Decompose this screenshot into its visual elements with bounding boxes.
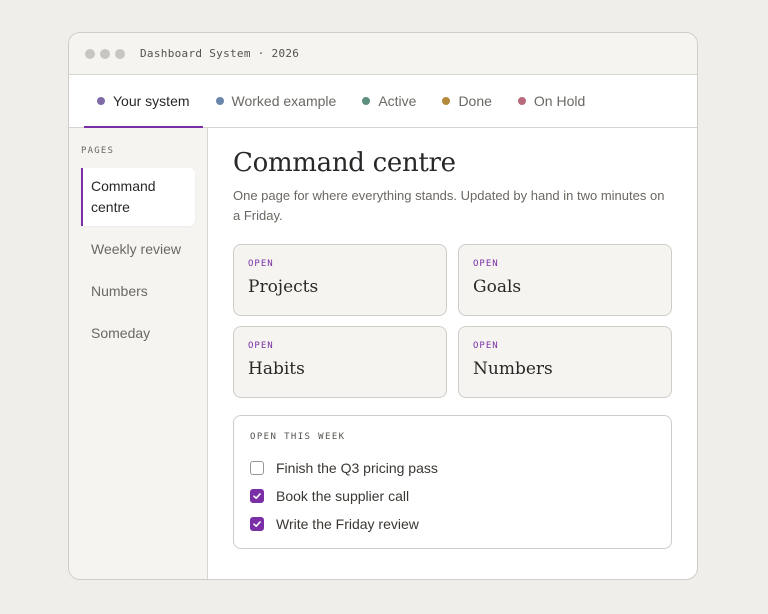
tab-label: Your system (113, 93, 190, 109)
tab-label: On Hold (533, 93, 586, 109)
card-tag: OPEN (473, 259, 499, 269)
tab-status-dot-icon (362, 97, 371, 105)
tab-worked-example[interactable]: Worked example (203, 75, 350, 127)
window-maximize-dot[interactable] (115, 48, 125, 59)
checkmark-icon (253, 521, 261, 527)
card-tag: OPEN (473, 341, 499, 351)
card-title: Projects (248, 277, 319, 297)
window-close-dot[interactable] (85, 48, 95, 59)
tab-status-dot-icon (215, 97, 224, 105)
tab-active[interactable]: Active (349, 75, 429, 127)
card-habits[interactable]: OPEN Habits (233, 326, 447, 398)
card-grid: OPEN Projects OPEN Goals OPEN Habits OPE… (233, 244, 672, 398)
tab-your-system[interactable]: Your system (84, 75, 203, 128)
sidebar-item-numbers[interactable]: Numbers (81, 273, 195, 310)
todo-label: Finish the Q3 pricing pass (276, 460, 438, 476)
window-minimize-dot[interactable] (100, 48, 110, 59)
card-numbers[interactable]: OPEN Numbers (458, 326, 672, 398)
main-panel: Command centre One page for where everyt… (208, 128, 697, 579)
app-window: Dashboard System · 2026 Your system Work… (68, 32, 698, 580)
sidebar-heading: PAGES (81, 146, 115, 156)
todo-label: Book the supplier call (276, 488, 410, 504)
tab-done[interactable]: Done (429, 75, 504, 127)
todo-item[interactable]: Write the Friday review (250, 510, 655, 538)
tab-on-hold[interactable]: On Hold (505, 75, 598, 127)
page-title: Command centre (233, 148, 456, 178)
todo-item[interactable]: Finish the Q3 pricing pass (250, 454, 655, 482)
window-title: Dashboard System · 2026 (140, 47, 300, 60)
card-title: Numbers (473, 359, 553, 379)
sidebar-item-command-centre[interactable]: Command centre (81, 168, 195, 226)
card-tag: OPEN (248, 341, 274, 351)
checkbox[interactable] (250, 517, 264, 531)
checkbox[interactable] (250, 489, 264, 503)
card-title: Goals (473, 277, 522, 297)
tab-status-dot-icon (517, 97, 526, 105)
title-bar: Dashboard System · 2026 (69, 33, 697, 75)
checkmark-icon (253, 493, 261, 499)
card-tag: OPEN (248, 259, 274, 269)
tab-status-dot-icon (97, 97, 105, 105)
sidebar-item-weekly-review[interactable]: Weekly review (81, 231, 195, 268)
todo-item[interactable]: Book the supplier call (250, 482, 655, 510)
tab-status-dot-icon (442, 97, 451, 105)
card-projects[interactable]: OPEN Projects (233, 244, 447, 316)
sidebar-item-someday[interactable]: Someday (81, 315, 195, 352)
tab-label: Active (378, 93, 417, 109)
todo-heading: OPEN THIS WEEK (250, 432, 346, 442)
page-subtitle: One page for where everything stands. Up… (233, 188, 665, 223)
sidebar: PAGES Command centre Weekly review Numbe… (69, 128, 208, 579)
tab-bar: Your system Worked example Active Done O… (69, 75, 697, 128)
todo-panel: OPEN THIS WEEK Finish the Q3 pricing pas… (233, 415, 672, 549)
card-title: Habits (248, 359, 305, 379)
tab-label: Worked example (231, 93, 337, 109)
checkbox[interactable] (250, 461, 264, 475)
tab-label: Done (458, 93, 492, 109)
content-area: PAGES Command centre Weekly review Numbe… (69, 128, 697, 579)
todo-label: Write the Friday review (276, 516, 419, 532)
card-goals[interactable]: OPEN Goals (458, 244, 672, 316)
